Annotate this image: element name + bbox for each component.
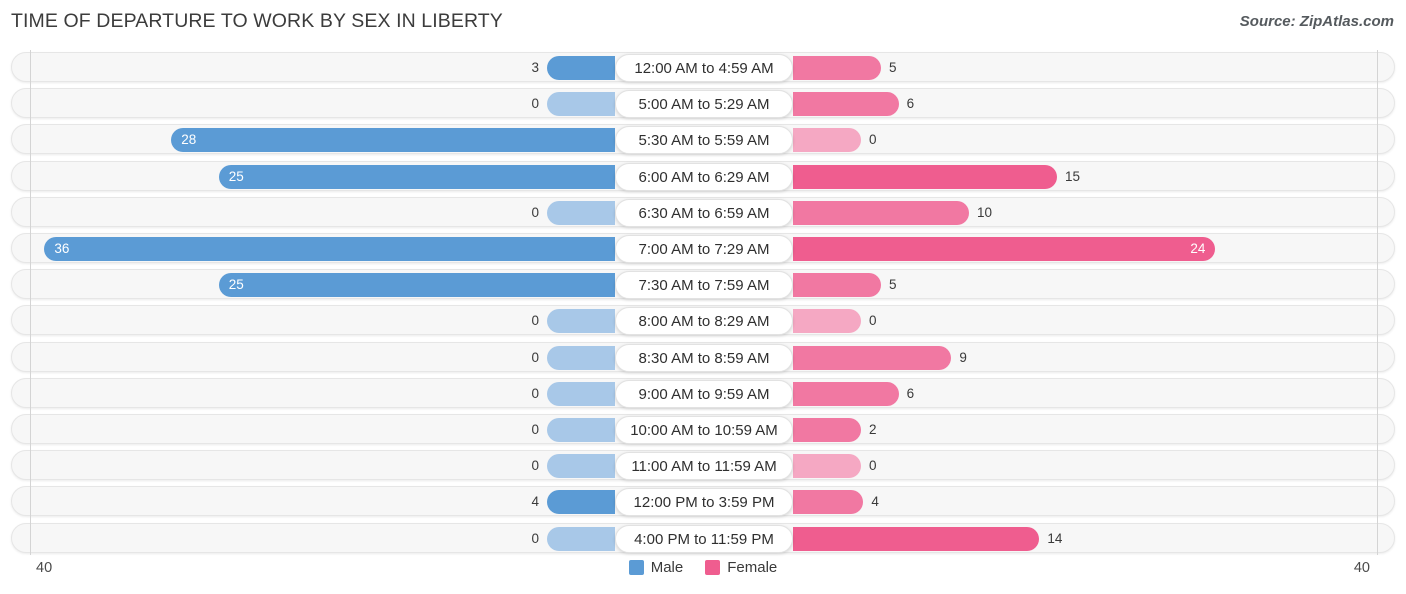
bar-value-female: 0 bbox=[869, 458, 877, 474]
bar-female[interactable] bbox=[793, 418, 861, 442]
category-label: 8:30 AM to 8:59 AM bbox=[615, 343, 793, 372]
bar-value-male: 0 bbox=[531, 349, 539, 365]
table-row[interactable]: 28 0 5:30 AM to 5:59 AM bbox=[11, 124, 1395, 155]
bar-male[interactable] bbox=[547, 309, 615, 334]
legend-item-male[interactable]: Male bbox=[628, 559, 684, 576]
table-row[interactable]: 0 0 8:00 AM to 8:29 AM bbox=[11, 305, 1395, 336]
table-row[interactable]: 0 6 9:00 AM to 9:59 AM bbox=[11, 377, 1395, 408]
page-title: TIME OF DEPARTURE TO WORK BY SEX IN LIBE… bbox=[11, 10, 503, 32]
bar-male[interactable] bbox=[547, 526, 615, 551]
bar-male[interactable]: 36 bbox=[44, 237, 615, 261]
bar-value-male: 0 bbox=[531, 458, 539, 474]
bar-male[interactable] bbox=[547, 200, 615, 225]
bar-value-female: 24 bbox=[1190, 241, 1206, 256]
bar-value-female: 2 bbox=[869, 422, 877, 437]
table-row[interactable]: 4 4 12:00 PM to 3:59 PM bbox=[11, 486, 1395, 517]
chart-footer: 40 40 Male Female bbox=[0, 555, 1406, 594]
bar-value-female: 14 bbox=[1047, 530, 1063, 546]
table-row[interactable]: 0 2 10:00 AM to 10:59 AM bbox=[11, 414, 1395, 444]
legend-label: Male bbox=[650, 559, 684, 576]
bar-female[interactable] bbox=[793, 273, 881, 298]
table-row[interactable]: 36 24 7:00 AM to 7:29 AM bbox=[11, 233, 1395, 263]
category-label: 10:00 AM to 10:59 AM bbox=[615, 416, 793, 444]
bar-value-female: 15 bbox=[1065, 168, 1081, 184]
bar-male[interactable] bbox=[547, 418, 615, 442]
bar-female[interactable] bbox=[793, 56, 881, 80]
bar-value-male: 25 bbox=[228, 277, 244, 293]
chart-header: TIME OF DEPARTURE TO WORK BY SEX IN LIBE… bbox=[0, 0, 1406, 44]
source-attribution: Source: ZipAtlas.com bbox=[1239, 13, 1394, 30]
table-row[interactable]: 25 5 7:30 AM to 7:59 AM bbox=[11, 269, 1395, 300]
table-row[interactable]: 0 6 5:00 AM to 5:29 AM bbox=[11, 88, 1395, 119]
bar-value-male: 0 bbox=[531, 422, 539, 437]
category-label: 9:00 AM to 9:59 AM bbox=[615, 379, 793, 408]
bar-value-male: 0 bbox=[531, 385, 539, 401]
legend-label: Female bbox=[727, 559, 778, 576]
bar-value-male: 25 bbox=[228, 168, 244, 184]
table-row[interactable]: 0 14 4:00 PM to 11:59 PM bbox=[11, 522, 1395, 553]
legend-item-female[interactable]: Female bbox=[705, 559, 777, 576]
bar-value-male: 0 bbox=[531, 204, 539, 220]
bar-value-male: 28 bbox=[181, 132, 197, 148]
bar-male[interactable]: 28 bbox=[171, 128, 615, 153]
category-label: 12:00 PM to 3:59 PM bbox=[615, 488, 793, 517]
bar-male[interactable] bbox=[547, 345, 615, 370]
axis-line-right bbox=[1377, 50, 1378, 555]
bar-value-female: 5 bbox=[889, 60, 897, 75]
axis-line-left bbox=[30, 50, 31, 555]
bar-value-female: 10 bbox=[977, 204, 993, 220]
category-label: 6:00 AM to 6:29 AM bbox=[615, 162, 793, 191]
bar-female[interactable] bbox=[793, 526, 1040, 551]
table-row[interactable]: 0 9 8:30 AM to 8:59 AM bbox=[11, 341, 1395, 372]
category-label: 5:30 AM to 5:59 AM bbox=[615, 126, 793, 155]
bar-value-male: 0 bbox=[531, 96, 539, 112]
bar-female[interactable] bbox=[793, 164, 1057, 189]
bar-female[interactable] bbox=[793, 128, 861, 153]
chart-legend: Male Female bbox=[0, 559, 1406, 576]
category-label: 7:30 AM to 7:59 AM bbox=[615, 271, 793, 300]
table-row[interactable]: 25 15 6:00 AM to 6:29 AM bbox=[11, 160, 1395, 191]
bar-value-female: 9 bbox=[959, 349, 967, 365]
bar-female[interactable] bbox=[793, 92, 899, 117]
bar-male[interactable] bbox=[547, 92, 615, 117]
bar-value-female: 6 bbox=[906, 385, 915, 401]
bar-value-female: 4 bbox=[871, 494, 879, 510]
category-label: 6:30 AM to 6:59 AM bbox=[615, 198, 793, 227]
bar-male[interactable] bbox=[547, 490, 615, 515]
bar-value-female: 5 bbox=[889, 277, 897, 293]
category-label: 5:00 AM to 5:29 AM bbox=[615, 90, 793, 119]
plot-area: 3 5 12:00 AM to 4:59 AM 0 6 5:00 AM to 5:29 A… bbox=[0, 50, 1406, 555]
category-label: 7:00 AM to 7:29 AM bbox=[615, 235, 793, 263]
table-row[interactable]: 3 5 12:00 AM to 4:59 AM bbox=[11, 52, 1395, 82]
bar-value-male: 36 bbox=[54, 241, 70, 256]
bar-value-male: 4 bbox=[531, 494, 539, 510]
bar-male[interactable] bbox=[547, 454, 615, 479]
bar-female[interactable] bbox=[793, 200, 969, 225]
table-row[interactable]: 0 0 11:00 AM to 11:59 AM bbox=[11, 450, 1395, 481]
bar-value-male: 0 bbox=[531, 313, 539, 329]
bar-value-female: 0 bbox=[869, 313, 877, 329]
bar-value-female: 0 bbox=[869, 132, 877, 148]
category-label: 8:00 AM to 8:29 AM bbox=[615, 307, 793, 336]
bar-value-male: 0 bbox=[531, 530, 539, 546]
category-label: 11:00 AM to 11:59 AM bbox=[615, 452, 793, 481]
bar-female[interactable] bbox=[793, 309, 861, 334]
category-label: 4:00 PM to 11:59 PM bbox=[615, 524, 793, 553]
bar-male[interactable] bbox=[547, 381, 615, 406]
bar-female[interactable] bbox=[793, 381, 899, 406]
category-label: 12:00 AM to 4:59 AM bbox=[615, 54, 793, 82]
bar-female[interactable]: 24 bbox=[793, 237, 1216, 261]
table-row[interactable]: 0 10 6:30 AM to 6:59 AM bbox=[11, 196, 1395, 227]
bar-value-female: 6 bbox=[906, 96, 915, 112]
legend-swatch-icon bbox=[628, 560, 644, 575]
bar-female[interactable] bbox=[793, 454, 861, 479]
bar-male[interactable] bbox=[547, 56, 615, 80]
bar-female[interactable] bbox=[793, 490, 864, 515]
chart-root: TIME OF DEPARTURE TO WORK BY SEX IN LIBE… bbox=[0, 0, 1406, 594]
bar-value-male: 3 bbox=[531, 60, 539, 75]
bar-male[interactable]: 25 bbox=[218, 273, 615, 298]
bar-male[interactable]: 25 bbox=[218, 164, 615, 189]
bar-female[interactable] bbox=[793, 345, 952, 370]
legend-swatch-icon bbox=[705, 560, 721, 575]
